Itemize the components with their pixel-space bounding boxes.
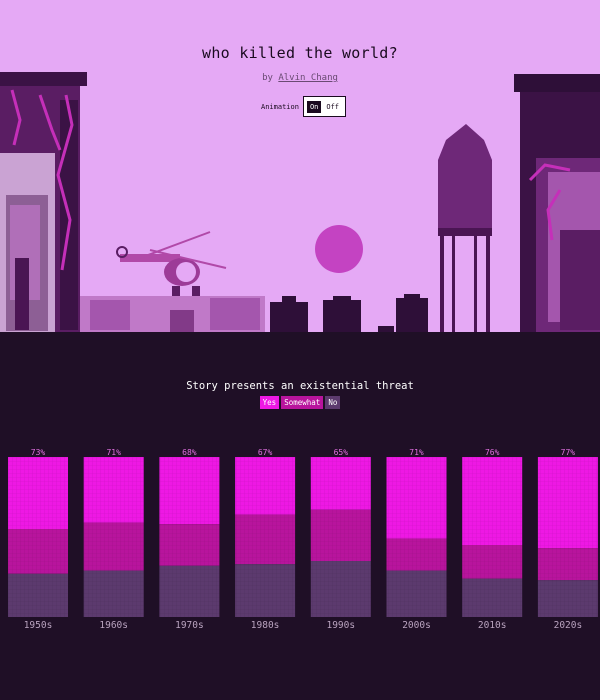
rubble bbox=[80, 296, 265, 333]
bar-grid-no-1960s bbox=[83, 570, 144, 617]
total-label-1970s: 68% bbox=[182, 448, 197, 457]
chart-section: Story presents an existential threat Yes… bbox=[0, 333, 600, 700]
bar-grid-no-1970s bbox=[159, 565, 220, 617]
bar-grid-no-1950s bbox=[8, 573, 68, 617]
bar-grid-yes-2000s bbox=[386, 457, 447, 539]
bar-grid-yes-1990s bbox=[310, 457, 371, 510]
left-building bbox=[0, 72, 87, 333]
animation-label: Animation bbox=[261, 102, 299, 111]
bar-grid-no-2000s bbox=[386, 570, 447, 617]
bar-grid-somewhat-1950s bbox=[8, 529, 68, 574]
bar-grid-no-2010s bbox=[462, 578, 523, 617]
city-skyline bbox=[270, 294, 428, 333]
bar-grid-yes-2010s bbox=[462, 457, 523, 545]
x-tick-1980s: 1980s bbox=[251, 620, 280, 631]
x-tick-1950s: 1950s bbox=[24, 620, 53, 631]
bar-grid-no-1980s bbox=[235, 564, 296, 617]
bar-grid-yes-1980s bbox=[235, 457, 296, 515]
bar-grid-somewhat-1970s bbox=[159, 524, 220, 566]
x-tick-1960s: 1960s bbox=[99, 620, 128, 631]
animation-control: Animation On Off bbox=[261, 96, 347, 117]
page-title: who killed the world? bbox=[202, 44, 398, 62]
x-tick-2010s: 2010s bbox=[478, 620, 507, 631]
bar-grid-somewhat-2000s bbox=[386, 538, 447, 571]
total-label-1980s: 67% bbox=[258, 448, 273, 457]
right-building bbox=[514, 74, 600, 333]
animation-toggle[interactable]: On Off bbox=[302, 96, 347, 117]
total-label-2020s: 77% bbox=[561, 448, 576, 457]
hero-banner: who killed the world? by Alvin Chang Ani… bbox=[0, 0, 600, 333]
total-label-1950s: 73% bbox=[31, 448, 46, 457]
stacked-bar-chart: 73% 1950s 71% 1960s 68% 1970s 67% 1980s 65% 1990s… bbox=[8, 448, 598, 631]
bar-grid-somewhat-2020s bbox=[537, 548, 598, 581]
total-label-1990s: 65% bbox=[334, 448, 349, 457]
helicopter bbox=[116, 231, 227, 298]
bar-grid-somewhat-2010s bbox=[462, 545, 523, 579]
byline: by Alvin Chang bbox=[0, 73, 600, 83]
bar-grid-yes-1970s bbox=[159, 457, 220, 525]
bar-grid-yes-1960s bbox=[83, 457, 144, 523]
bar-grid-somewhat-1980s bbox=[235, 514, 296, 565]
bar-grid-no-2020s bbox=[537, 580, 598, 617]
total-label-1960s: 71% bbox=[106, 448, 121, 457]
total-label-2010s: 76% bbox=[485, 448, 500, 457]
toggle-off-button[interactable]: Off bbox=[323, 101, 342, 113]
x-tick-1970s: 1970s bbox=[175, 620, 204, 631]
author-link[interactable]: Alvin Chang bbox=[278, 73, 338, 83]
bar-grid-somewhat-1990s bbox=[310, 509, 371, 561]
toggle-on-button[interactable]: On bbox=[306, 100, 322, 113]
bar-grid-yes-1950s bbox=[8, 457, 68, 529]
x-tick-2020s: 2020s bbox=[554, 620, 583, 631]
total-label-2000s: 71% bbox=[409, 448, 424, 457]
water-tower bbox=[438, 124, 492, 333]
x-tick-1990s: 1990s bbox=[326, 620, 355, 631]
x-tick-2000s: 2000s bbox=[402, 620, 431, 631]
byline-prefix: by bbox=[262, 73, 273, 83]
bar-grid-somewhat-1960s bbox=[83, 522, 144, 571]
bar-grid-no-1990s bbox=[310, 561, 371, 617]
bar-grid-yes-2020s bbox=[537, 457, 598, 549]
sun bbox=[315, 225, 363, 273]
